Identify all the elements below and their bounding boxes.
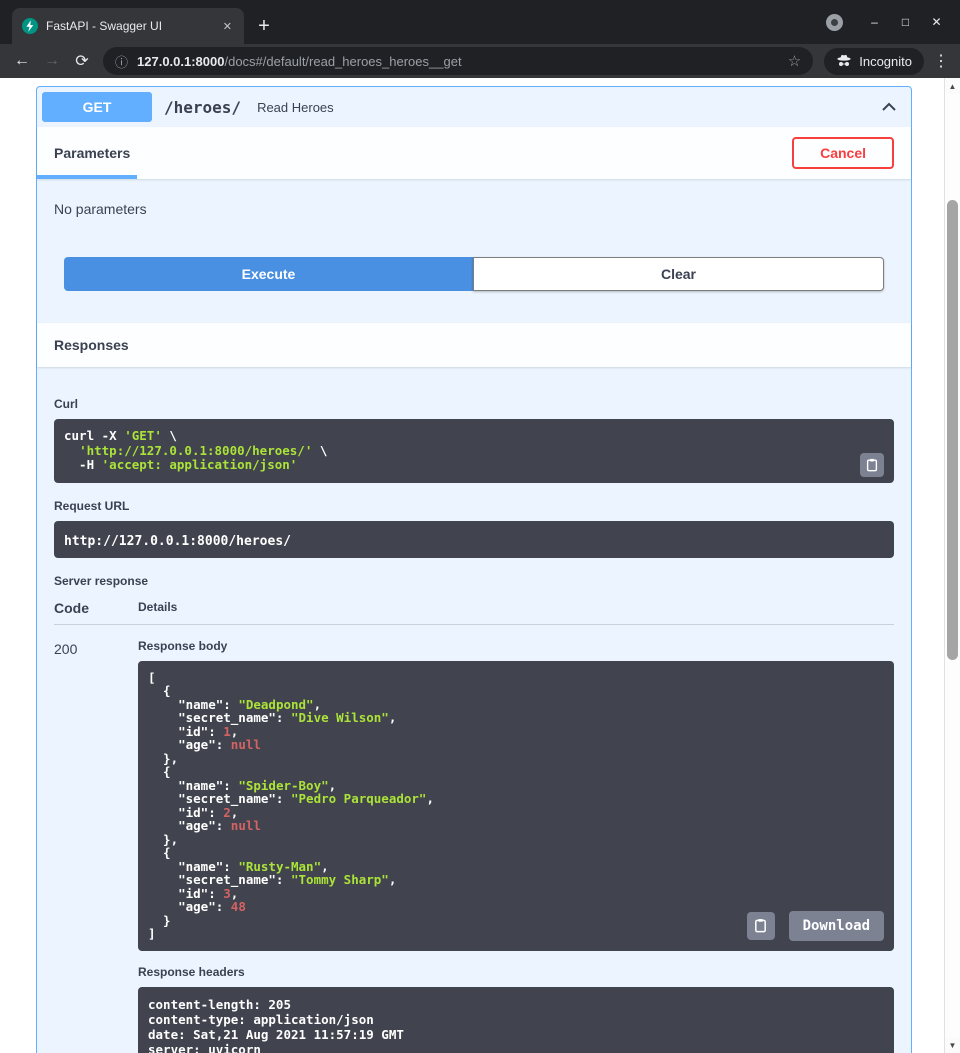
request-url-label: Request URL <box>54 499 894 513</box>
responses-title: Responses <box>54 337 129 353</box>
curl-code: curl -X 'GET' \ 'http://127.0.0.1:8000/h… <box>64 429 884 473</box>
back-button[interactable]: ← <box>8 47 36 75</box>
parameters-title: Parameters <box>54 145 130 161</box>
code-column-header: Code <box>54 600 138 616</box>
scrollbar-thumb[interactable] <box>947 200 958 660</box>
execute-button[interactable]: Execute <box>64 257 473 291</box>
curl-label: Curl <box>54 397 894 411</box>
tab-title: FastAPI - Swagger UI <box>46 19 213 33</box>
reload-button[interactable]: ⟳ <box>68 47 96 75</box>
download-button[interactable]: Download <box>789 911 884 941</box>
swagger-page: GET /heroes/ Read Heroes Parameters Canc… <box>0 78 960 1053</box>
fastapi-favicon-icon <box>22 18 38 34</box>
response-headers-block: content-length: 205content-type: applica… <box>138 987 894 1053</box>
window-close-button[interactable]: ✕ <box>921 15 952 29</box>
http-method-badge: GET <box>42 92 152 122</box>
url-host: 127.0.0.1:8000 <box>137 54 224 69</box>
chevron-up-icon[interactable] <box>879 97 899 117</box>
browser-status-icon[interactable] <box>826 14 843 31</box>
response-body-block: [ { "name": "Deadpond", "secret_name": "… <box>138 661 894 951</box>
response-headers-label: Response headers <box>138 965 894 979</box>
parameters-header: Parameters Cancel <box>37 127 911 179</box>
cancel-button[interactable]: Cancel <box>792 137 894 169</box>
server-response-label: Server response <box>54 574 894 588</box>
incognito-label: Incognito <box>859 54 912 69</box>
forward-button[interactable]: → <box>38 47 66 75</box>
response-status-code: 200 <box>54 639 138 1053</box>
no-parameters-text: No parameters <box>54 201 147 217</box>
details-column-header: Details <box>138 600 177 616</box>
browser-toolbar: ← → ⟳ ⓘ 127.0.0.1:8000/docs#/default/rea… <box>0 44 960 78</box>
responses-header: Responses <box>37 323 911 367</box>
incognito-icon <box>836 53 852 69</box>
response-body-actions: Download <box>747 911 884 941</box>
tab-strip: FastAPI - Swagger UI ✕ + – □ ✕ <box>0 0 960 44</box>
response-table-header: Code Details <box>54 600 894 625</box>
window-maximize-button[interactable]: □ <box>890 15 921 29</box>
response-row: 200 Response body [ { "name": "Deadpond"… <box>54 639 894 1053</box>
incognito-badge: Incognito <box>824 48 924 75</box>
page-content: GET /heroes/ Read Heroes Parameters Canc… <box>0 78 944 1053</box>
window-minimize-button[interactable]: – <box>859 15 890 29</box>
execute-wrapper: Execute Clear <box>37 257 911 313</box>
response-body-label: Response body <box>138 639 894 653</box>
response-headers-code: content-length: 205content-type: applica… <box>148 997 884 1053</box>
operation-path: /heroes/ <box>164 98 241 117</box>
browser-tab[interactable]: FastAPI - Swagger UI ✕ <box>12 8 244 44</box>
clear-button[interactable]: Clear <box>473 257 884 291</box>
parameters-body: No parameters <box>37 179 911 257</box>
request-url-block: http://127.0.0.1:8000/heroes/ <box>54 521 894 558</box>
opblock-get-heroes: GET /heroes/ Read Heroes Parameters Canc… <box>36 86 912 1053</box>
copy-curl-button[interactable] <box>860 453 884 477</box>
url-text: 127.0.0.1:8000/docs#/default/read_heroes… <box>137 54 779 69</box>
curl-block: curl -X 'GET' \ 'http://127.0.0.1:8000/h… <box>54 419 894 483</box>
window-controls: – □ ✕ <box>826 0 960 44</box>
address-bar[interactable]: ⓘ 127.0.0.1:8000/docs#/default/read_hero… <box>103 47 813 75</box>
clipboard-icon <box>865 458 879 472</box>
scroll-up-arrow[interactable]: ▲ <box>945 78 960 94</box>
site-info-icon[interactable]: ⓘ <box>115 52 128 71</box>
browser-window: FastAPI - Swagger UI ✕ + – □ ✕ ← → ⟳ ⓘ 1… <box>0 0 960 1053</box>
new-tab-button[interactable]: + <box>250 11 278 41</box>
scrollbar[interactable]: ▲ ▼ <box>944 78 960 1053</box>
browser-menu-button[interactable]: ⋮ <box>930 51 952 71</box>
responses-inner: Curl curl -X 'GET' \ 'http://127.0.0.1:8… <box>37 367 911 1053</box>
response-body-code: [ { "name": "Deadpond", "secret_name": "… <box>148 671 884 941</box>
url-path: /docs#/default/read_heroes_heroes__get <box>224 54 461 69</box>
active-tab-underline <box>37 175 137 179</box>
scroll-down-arrow[interactable]: ▼ <box>945 1037 960 1053</box>
operation-summary: Read Heroes <box>257 100 334 115</box>
opblock-summary[interactable]: GET /heroes/ Read Heroes <box>37 87 911 127</box>
response-detail: Response body [ { "name": "Deadpond", "s… <box>138 639 894 1053</box>
request-url-value: http://127.0.0.1:8000/heroes/ <box>64 534 291 549</box>
tab-close-icon[interactable]: ✕ <box>221 20 234 33</box>
clipboard-icon <box>753 918 768 933</box>
bookmark-star-icon[interactable]: ☆ <box>788 52 801 70</box>
copy-response-button[interactable] <box>747 912 775 940</box>
